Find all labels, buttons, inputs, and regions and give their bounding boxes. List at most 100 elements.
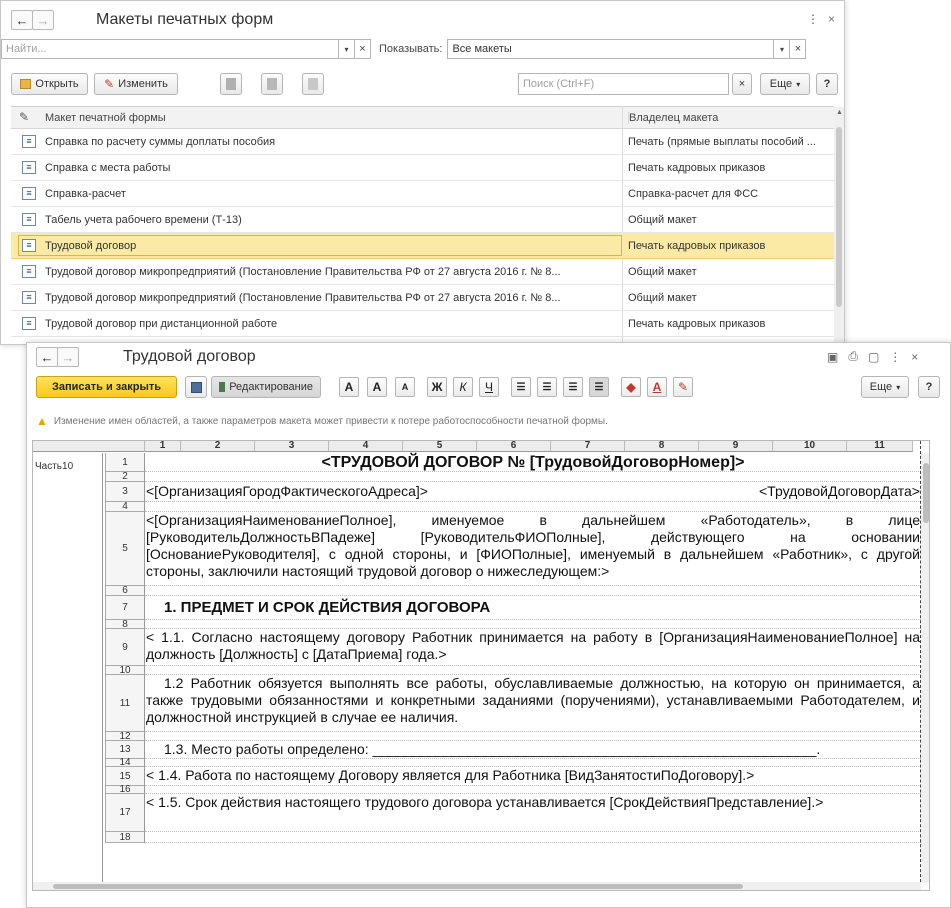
template-cell[interactable] [145,832,921,843]
row-header[interactable]: 12 [105,731,145,742]
bold-button[interactable]: Ж [427,377,447,397]
row-header[interactable]: 4 [105,501,145,512]
row-header[interactable]: 14 [105,757,145,768]
font-bigger-button[interactable]: A [339,377,359,397]
find-clear-button[interactable]: × [355,39,371,59]
template-cell[interactable]: 1. ПРЕДМЕТ И СРОК ДЕЙСТВИЯ ДОГОВОРА [145,596,921,620]
close-icon[interactable]: × [911,350,918,364]
row-header[interactable]: 10 [105,665,145,676]
editor-forward-button[interactable]: → [57,347,79,367]
template-cell[interactable] [145,732,921,741]
search-clear-button[interactable]: × [732,73,752,95]
table-row[interactable]: ≡ Трудовой договор при дистанционной рабо… [11,311,834,337]
template-cell[interactable]: <ТРУДОВОЙ ДОГОВОР № [ТрудовойДоговорНоме… [145,453,921,472]
show-clear-button[interactable]: × [790,39,807,59]
italic-button[interactable]: К [453,377,473,397]
table-row[interactable]: ≡ Справка по расчету суммы доплаты пособи… [11,129,834,155]
row-header[interactable]: 9 [105,629,145,666]
editor-help-button[interactable]: ? [918,376,940,398]
delete-button[interactable] [302,73,324,95]
show-select[interactable]: Все макеты [447,39,775,59]
close-icon[interactable]: × [828,12,835,26]
spreadsheet-grid[interactable]: 1 2 3 4 5 6 7 8 9 10 11 Часть10 1 <ТРУДОВОЙ ДОГОВОР… [32,440,930,891]
template-cell[interactable]: 1.2 Работник обязуется выполнять все раб… [145,675,921,732]
find-input[interactable]: Найти... [1,39,339,59]
list-scroll-thumb[interactable] [836,127,842,307]
row-header[interactable]: 16 [105,784,145,795]
help-button[interactable]: ? [816,73,838,95]
template-cell[interactable]: < 1.1. Согласно настоящему договору Рабо… [145,629,921,666]
font-color-button[interactable]: A [647,377,667,397]
column-header[interactable]: 2 [181,441,255,452]
search-input[interactable]: Поиск (Ctrl+F) [518,73,729,95]
underline-button[interactable]: Ч [479,377,499,397]
col-owner[interactable]: Владелец макета [628,112,718,124]
row-header[interactable]: 11 [105,675,145,732]
align-left-button[interactable]: ☰ [511,377,531,397]
table-row[interactable]: ≡ Трудовой договор микропредприятий (Пост… [11,285,834,311]
column-header[interactable]: 10 [773,441,847,452]
column-header[interactable]: 1 [145,441,181,452]
back-button[interactable]: ← [11,10,33,30]
save-button[interactable] [185,376,207,398]
border-color-button[interactable]: ✎ [673,377,693,397]
row-header[interactable]: 6 [105,585,145,596]
template-cell[interactable]: <[ОрганизацияГородФактическогоАдреса]> <Т… [145,482,921,502]
more-button[interactable]: Еще ▾ [760,73,810,95]
template-cell[interactable]: < 1.4. Работа по настоящему Договору явл… [145,767,921,786]
more-vert-icon[interactable]: ⋮ [807,12,819,26]
editing-toggle-button[interactable]: Редактирование [211,376,321,398]
table-row[interactable]: ≡ Трудовой договор микропредприятий (Пост… [11,259,834,285]
grid-v-thumb[interactable] [923,463,929,523]
column-header[interactable]: 8 [625,441,699,452]
template-cell[interactable] [145,759,921,767]
grid-v-scrollbar[interactable] [921,453,929,883]
column-header[interactable]: 6 [477,441,551,452]
row-header[interactable]: 2 [105,471,145,482]
list-scrollbar[interactable]: ▲ [834,107,844,345]
align-center-button[interactable]: ☰ [537,377,557,397]
col-layout-name[interactable]: Макет печатной формы [45,112,166,124]
row-header[interactable]: 1 [105,453,145,472]
align-right-button[interactable]: ☰ [563,377,583,397]
align-justify-button[interactable]: ☰ [589,377,609,397]
column-header[interactable]: 9 [699,441,773,452]
copy-button[interactable] [220,73,242,95]
template-cell[interactable] [145,620,921,629]
fill-color-button[interactable]: ◆ [621,377,641,397]
open-button[interactable]: Открыть [11,73,88,95]
grid-h-scrollbar[interactable] [33,882,921,890]
paste-button[interactable] [261,73,283,95]
row-header[interactable]: 18 [105,832,145,843]
table-row[interactable]: ≡ Справка с места работы Печать кадровых п… [11,155,834,181]
template-cell[interactable]: < 1.5. Срок действия настоящего трудовог… [145,794,921,832]
grid-h-thumb[interactable] [53,884,743,889]
column-header[interactable]: 3 [255,441,329,452]
print-icon[interactable]: ⎙ [848,349,858,364]
row-header[interactable]: 8 [105,619,145,630]
more-vert-icon[interactable]: ⋮ [889,350,901,364]
column-header[interactable]: 4 [329,441,403,452]
template-cell[interactable]: 1.3. Место работы определено: __________… [145,741,921,759]
template-cell[interactable] [145,786,921,794]
template-cell[interactable] [145,586,921,596]
column-header[interactable]: 11 [847,441,913,452]
template-cell[interactable] [145,472,921,482]
show-dropdown-button[interactable]: ▾ [774,39,791,59]
table-row[interactable]: ≡ Справка-расчет Справка-расчет для ФСС [11,181,834,207]
table-row[interactable]: ≡ Табель учета рабочего времени (Т-13) Общ… [11,207,834,233]
column-header[interactable]: 5 [403,441,477,452]
template-cell[interactable]: <[ОрганизацияНаименованиеПолное], именуе… [145,512,921,586]
row-header[interactable]: 7 [105,596,145,620]
find-dropdown-button[interactable]: ▾ [339,39,355,59]
template-cell[interactable] [145,666,921,675]
preview-icon[interactable]: ▢ [868,350,879,364]
editor-more-button[interactable]: Еще ▾ [861,376,909,398]
save-and-close-button[interactable]: Записать и закрыть [36,376,177,398]
row-header[interactable]: 5 [105,512,145,586]
edit-button[interactable]: ✎ Изменить [94,73,178,95]
table-row[interactable]: ≡ Трудовой договор Печать кадровых приказо… [11,233,834,259]
font-decrease-button[interactable]: A [395,377,415,397]
column-header[interactable]: 7 [551,441,625,452]
template-cell[interactable] [145,502,921,512]
